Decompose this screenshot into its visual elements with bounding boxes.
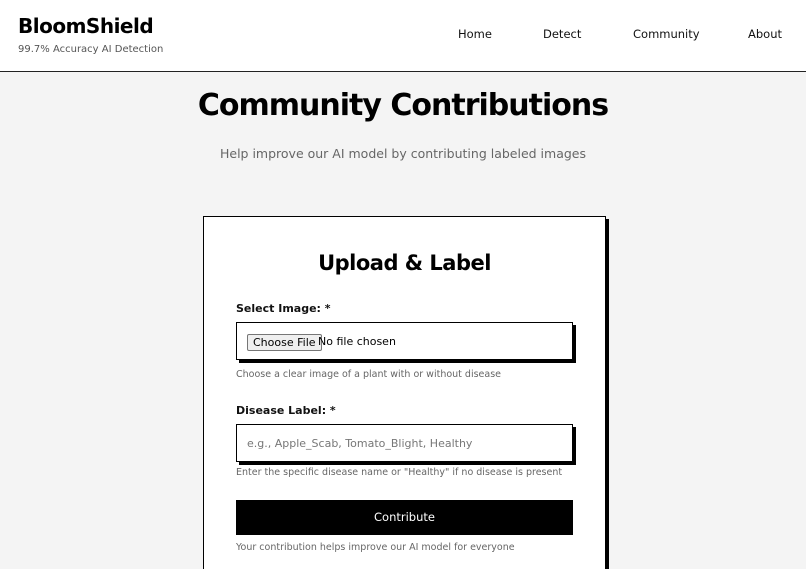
main-nav: Home Detect Community About (0, 27, 806, 43)
page-title: Community Contributions (197, 88, 609, 123)
disease-label-input[interactable] (237, 425, 572, 461)
disease-input-wrapper (236, 424, 573, 462)
nav-community[interactable]: Community (633, 27, 700, 41)
contribution-form-card: Upload & Label Select Image: * Choose Fi… (203, 216, 606, 569)
form-title: Upload & Label (318, 251, 491, 275)
form-footer-note: Your contribution helps improve our AI m… (236, 542, 515, 553)
choose-file-button[interactable]: Choose File (247, 334, 322, 351)
file-status-text: No file chosen (318, 335, 396, 348)
image-field-label: Select Image: * (236, 302, 331, 315)
contribute-button[interactable]: Contribute (236, 500, 573, 535)
disease-field-label: Disease Label: * (236, 404, 336, 417)
brand-tagline: 99.7% Accuracy AI Detection (18, 44, 164, 55)
image-field-hint: Choose a clear image of a plant with or … (236, 369, 501, 380)
disease-field-hint: Enter the specific disease name or "Heal… (236, 467, 563, 478)
site-header: BloomShield 99.7% Accuracy AI Detection … (0, 0, 806, 72)
nav-about[interactable]: About (748, 27, 782, 41)
nav-home[interactable]: Home (458, 27, 492, 41)
image-file-input[interactable]: Choose File No file chosen (236, 322, 573, 360)
page-subtitle: Help improve our AI model by contributin… (219, 146, 586, 161)
nav-detect[interactable]: Detect (543, 27, 581, 41)
